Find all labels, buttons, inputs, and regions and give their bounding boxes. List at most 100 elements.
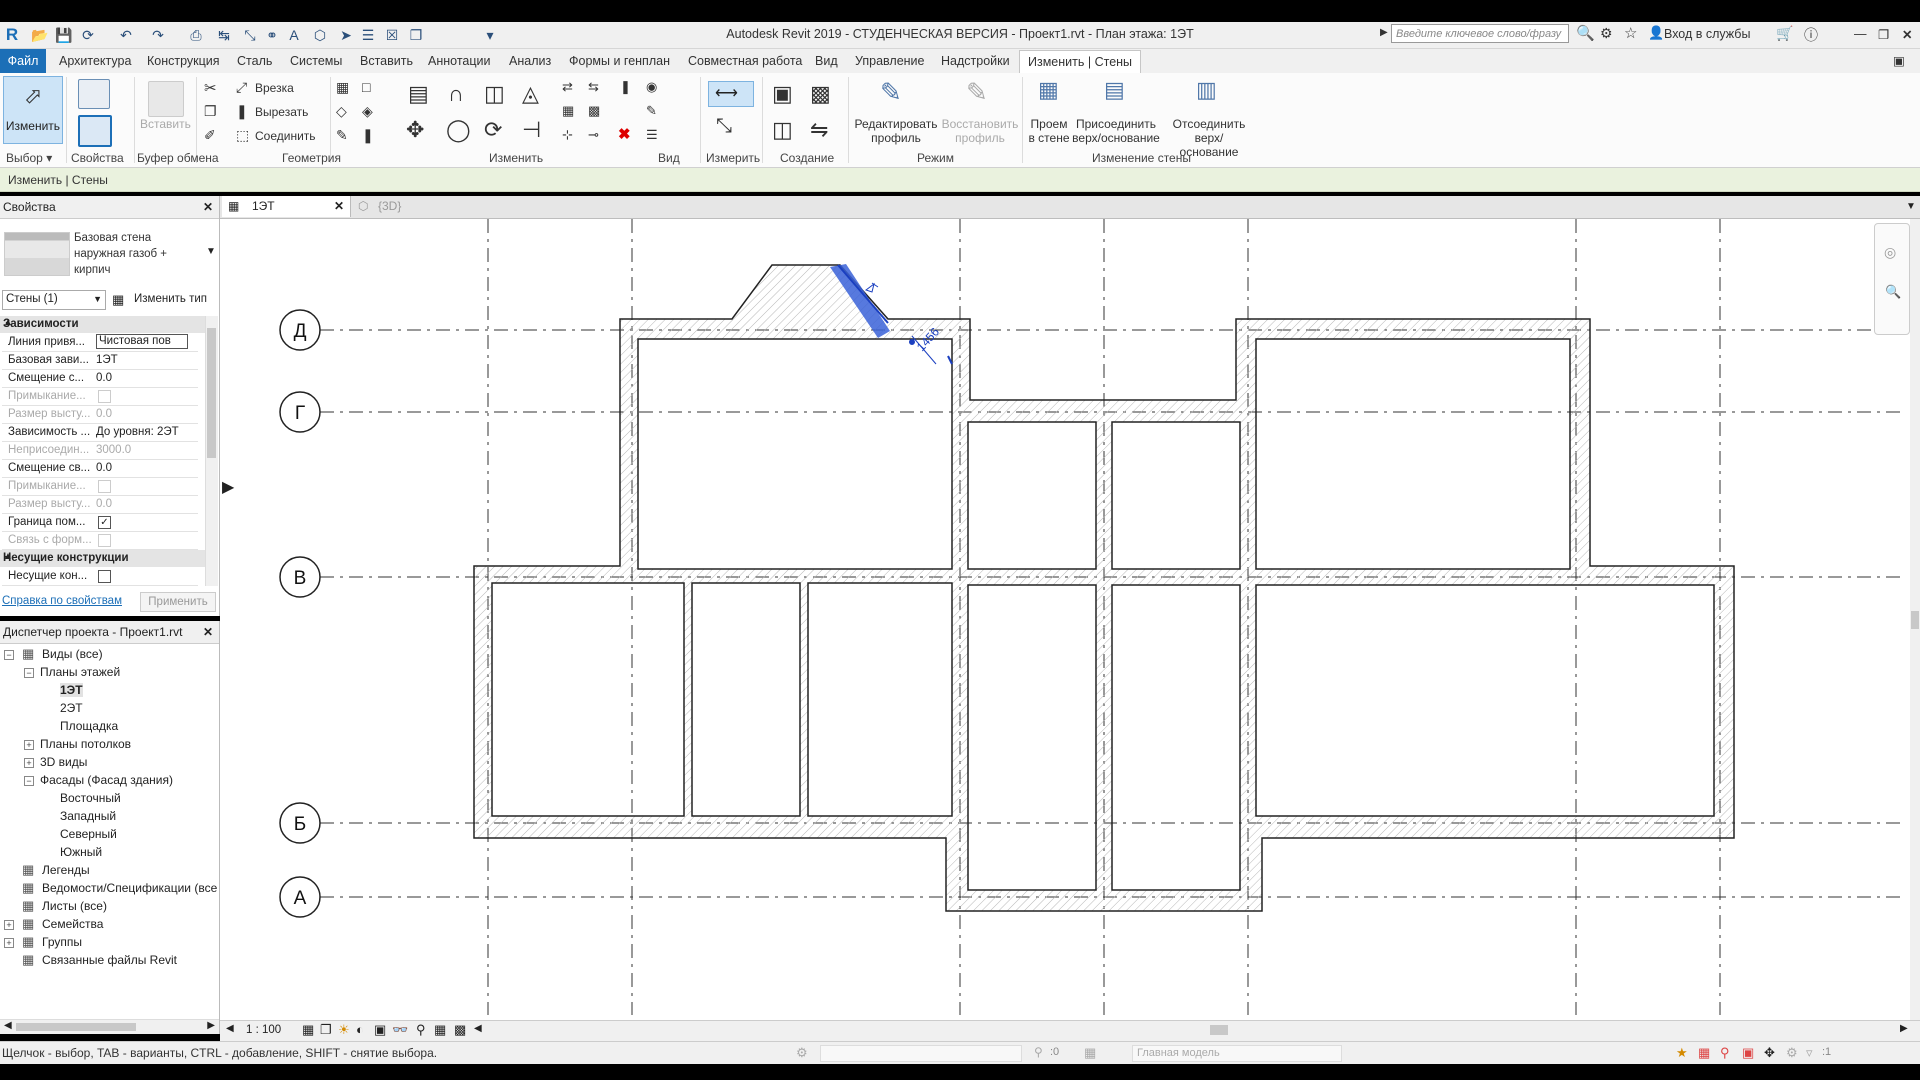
geometry-tool-icon-3[interactable]: ◇ — [336, 103, 347, 120]
type-selector[interactable]: Базовая стена наружная газоб + кирпич — [74, 230, 194, 278]
text-icon[interactable]: A — [284, 25, 304, 45]
select-links-icon[interactable]: ★ — [1676, 1045, 1688, 1061]
collapse-icon[interactable]: ▲ — [3, 551, 204, 562]
property-row[interactable]: Размер высту... 0.0 — [2, 406, 198, 424]
tag-icon[interactable]: ⚭ — [262, 25, 282, 45]
rotate-icon[interactable]: ⟳ — [484, 117, 502, 143]
select-pinned-icon[interactable]: ⚲ — [1720, 1045, 1730, 1061]
cart-icon[interactable]: 🛒 — [1776, 25, 1793, 42]
canvas-hscroll-thumb[interactable] — [1210, 1025, 1228, 1035]
property-row[interactable]: Примыкание... — [2, 388, 198, 406]
create-group-icon[interactable]: ⇋ — [810, 117, 828, 143]
customize-qat-icon[interactable]: ▾ — [480, 25, 500, 45]
edit-profile-icon[interactable]: ✎ — [880, 77, 902, 108]
save-icon[interactable]: 💾 — [54, 25, 74, 45]
scroll-left-icon[interactable]: ◀ — [4, 1020, 12, 1031]
cut-scissors-icon[interactable]: ✂ — [204, 79, 217, 97]
palette-expand-icon[interactable]: ▶ — [222, 477, 234, 497]
minimize-icon[interactable]: — — [1854, 27, 1867, 41]
browser-hscrollbar[interactable]: ◀ ▶ — [0, 1019, 219, 1034]
reveal-hidden-icon[interactable]: ⚲ — [416, 1022, 426, 1038]
binoculars-icon[interactable]: 🔍 — [1576, 24, 1595, 42]
tree-item[interactable]: Северный — [60, 827, 117, 841]
undo-icon[interactable]: ↶ — [116, 25, 136, 45]
detail-level-icon[interactable]: ▦ — [302, 1022, 314, 1038]
property-row[interactable]: Связь с форм... — [2, 532, 198, 550]
sign-in-button[interactable]: Вход в службы — [1664, 27, 1750, 41]
steering-wheel-icon[interactable]: ◎ — [1884, 244, 1896, 261]
create-assembly-icon[interactable]: ▩ — [810, 81, 831, 107]
collapse-icon[interactable]: − — [24, 668, 34, 678]
tab-collaborate[interactable]: Совместная работа — [688, 54, 802, 68]
geometry-tool-icon-2[interactable]: □ — [362, 79, 370, 95]
tree-item[interactable]: 2ЭТ — [60, 701, 83, 715]
mirror-draw-icon[interactable]: ◬ — [522, 81, 539, 107]
move-icon[interactable]: ✥ — [406, 117, 424, 143]
background-process-icon[interactable]: ⚙ — [1786, 1045, 1798, 1061]
workset-icon[interactable]: ⚙ — [796, 1045, 808, 1061]
tree-item[interactable]: Листы (все) — [42, 899, 107, 913]
drawing-canvas[interactable]: 1456 Д Г В Б А ▶ ◎ 🔍 — [220, 219, 1920, 1025]
close-tab-icon[interactable]: ✕ — [334, 196, 344, 217]
create-similar-icon[interactable]: ▣ — [772, 81, 793, 107]
view-tab-1et[interactable]: ▦ 1ЭТ ✕ — [222, 196, 351, 217]
select-underlay-icon[interactable]: ▦ — [1698, 1045, 1710, 1061]
tab-list-icon[interactable]: ▼ — [1906, 196, 1916, 217]
tree-item[interactable]: Виды (все) — [42, 647, 103, 661]
navigation-bar[interactable]: ◎ 🔍 — [1874, 223, 1910, 335]
type-dropdown-icon[interactable]: ▼ — [206, 246, 216, 257]
geometry-tool-icon-4[interactable]: ◈ — [362, 103, 373, 120]
print-icon[interactable]: ⎙ — [186, 25, 206, 45]
scale-icon[interactable]: ▩ — [588, 103, 600, 119]
close-browser-icon[interactable]: ✕ — [203, 625, 213, 639]
tree-item[interactable]: 1ЭТ — [60, 683, 83, 697]
split-gap-icon[interactable]: ⇆ — [588, 79, 599, 95]
match-properties-icon[interactable]: ✐ — [204, 127, 216, 144]
unpin-icon[interactable]: ❚ — [620, 79, 631, 95]
trim-icon[interactable]: ⊸ — [588, 127, 599, 143]
attach-button[interactable]: Присоединить верх/основание — [1072, 117, 1160, 145]
property-row[interactable]: Размер высту... 0.0 — [2, 496, 198, 514]
copy-element-icon[interactable]: ◯ — [446, 117, 471, 143]
property-value[interactable]: 0.0 — [96, 462, 188, 474]
select-by-face-icon[interactable]: ▣ — [1742, 1045, 1754, 1061]
join-label[interactable]: Соединить — [255, 129, 316, 143]
tab-manage[interactable]: Управление — [855, 54, 925, 68]
copy-icon[interactable]: ❐ — [204, 103, 217, 120]
properties-scrollbar[interactable] — [205, 316, 218, 586]
redo-icon[interactable]: ↷ — [148, 25, 168, 45]
tree-item[interactable]: Фасады (Фасад здания) — [40, 773, 173, 787]
cutout-label[interactable]: Вырезать — [255, 105, 308, 119]
property-row[interactable]: Смещение св... 0.0 — [2, 460, 198, 478]
property-value[interactable]: До уровня: 2ЭТ — [96, 426, 188, 438]
tab-modify-walls[interactable]: Изменить | Стены — [1019, 50, 1142, 73]
thin-lines-icon[interactable]: ☰ — [358, 25, 378, 45]
tab-massing-site[interactable]: Формы и генплан — [569, 54, 670, 68]
mirror-axis-icon[interactable]: ◫ — [484, 81, 505, 107]
tree-item[interactable]: Планы этажей — [40, 665, 120, 679]
override-graphics-icon[interactable]: ✎ — [646, 103, 657, 119]
detach-icon[interactable]: ▥ — [1196, 77, 1217, 103]
constraints-icon[interactable]: ▩ — [454, 1022, 466, 1038]
switch-windows-icon[interactable]: ❐ — [406, 25, 426, 45]
flip-arrows-icon[interactable] — [864, 282, 879, 293]
temporary-hide-icon[interactable]: 👓 — [392, 1022, 408, 1038]
tree-item[interactable]: Легенды — [42, 863, 90, 877]
close-window-icon[interactable]: ✕ — [1902, 27, 1912, 42]
expand-icon[interactable]: + — [24, 740, 34, 750]
scroll-right-icon[interactable]: ▶ — [207, 1020, 215, 1031]
modify-button[interactable]: ⬀ Изменить — [3, 76, 63, 144]
apply-button[interactable]: Применить — [140, 592, 216, 612]
property-row[interactable]: Неприсоедин... 3000.0 — [2, 442, 198, 460]
visual-style-icon[interactable]: ❐ — [320, 1022, 332, 1038]
wall-joins-icon[interactable]: ❚ — [362, 127, 374, 144]
paste-icon[interactable] — [148, 81, 184, 117]
property-value[interactable]: 1ЭТ — [96, 354, 188, 366]
measure-icon[interactable]: ↹ — [214, 25, 234, 45]
view-scale[interactable]: 1 : 100 — [246, 1024, 281, 1036]
edit-type-button[interactable]: Изменить тип — [134, 293, 207, 305]
walls[interactable] — [473, 264, 1735, 912]
geometry-tool-icon[interactable]: ▦ — [336, 79, 349, 96]
property-row[interactable]: Зависимость ... До уровня: 2ЭТ — [2, 424, 198, 442]
collapse-icon[interactable]: − — [24, 776, 34, 786]
